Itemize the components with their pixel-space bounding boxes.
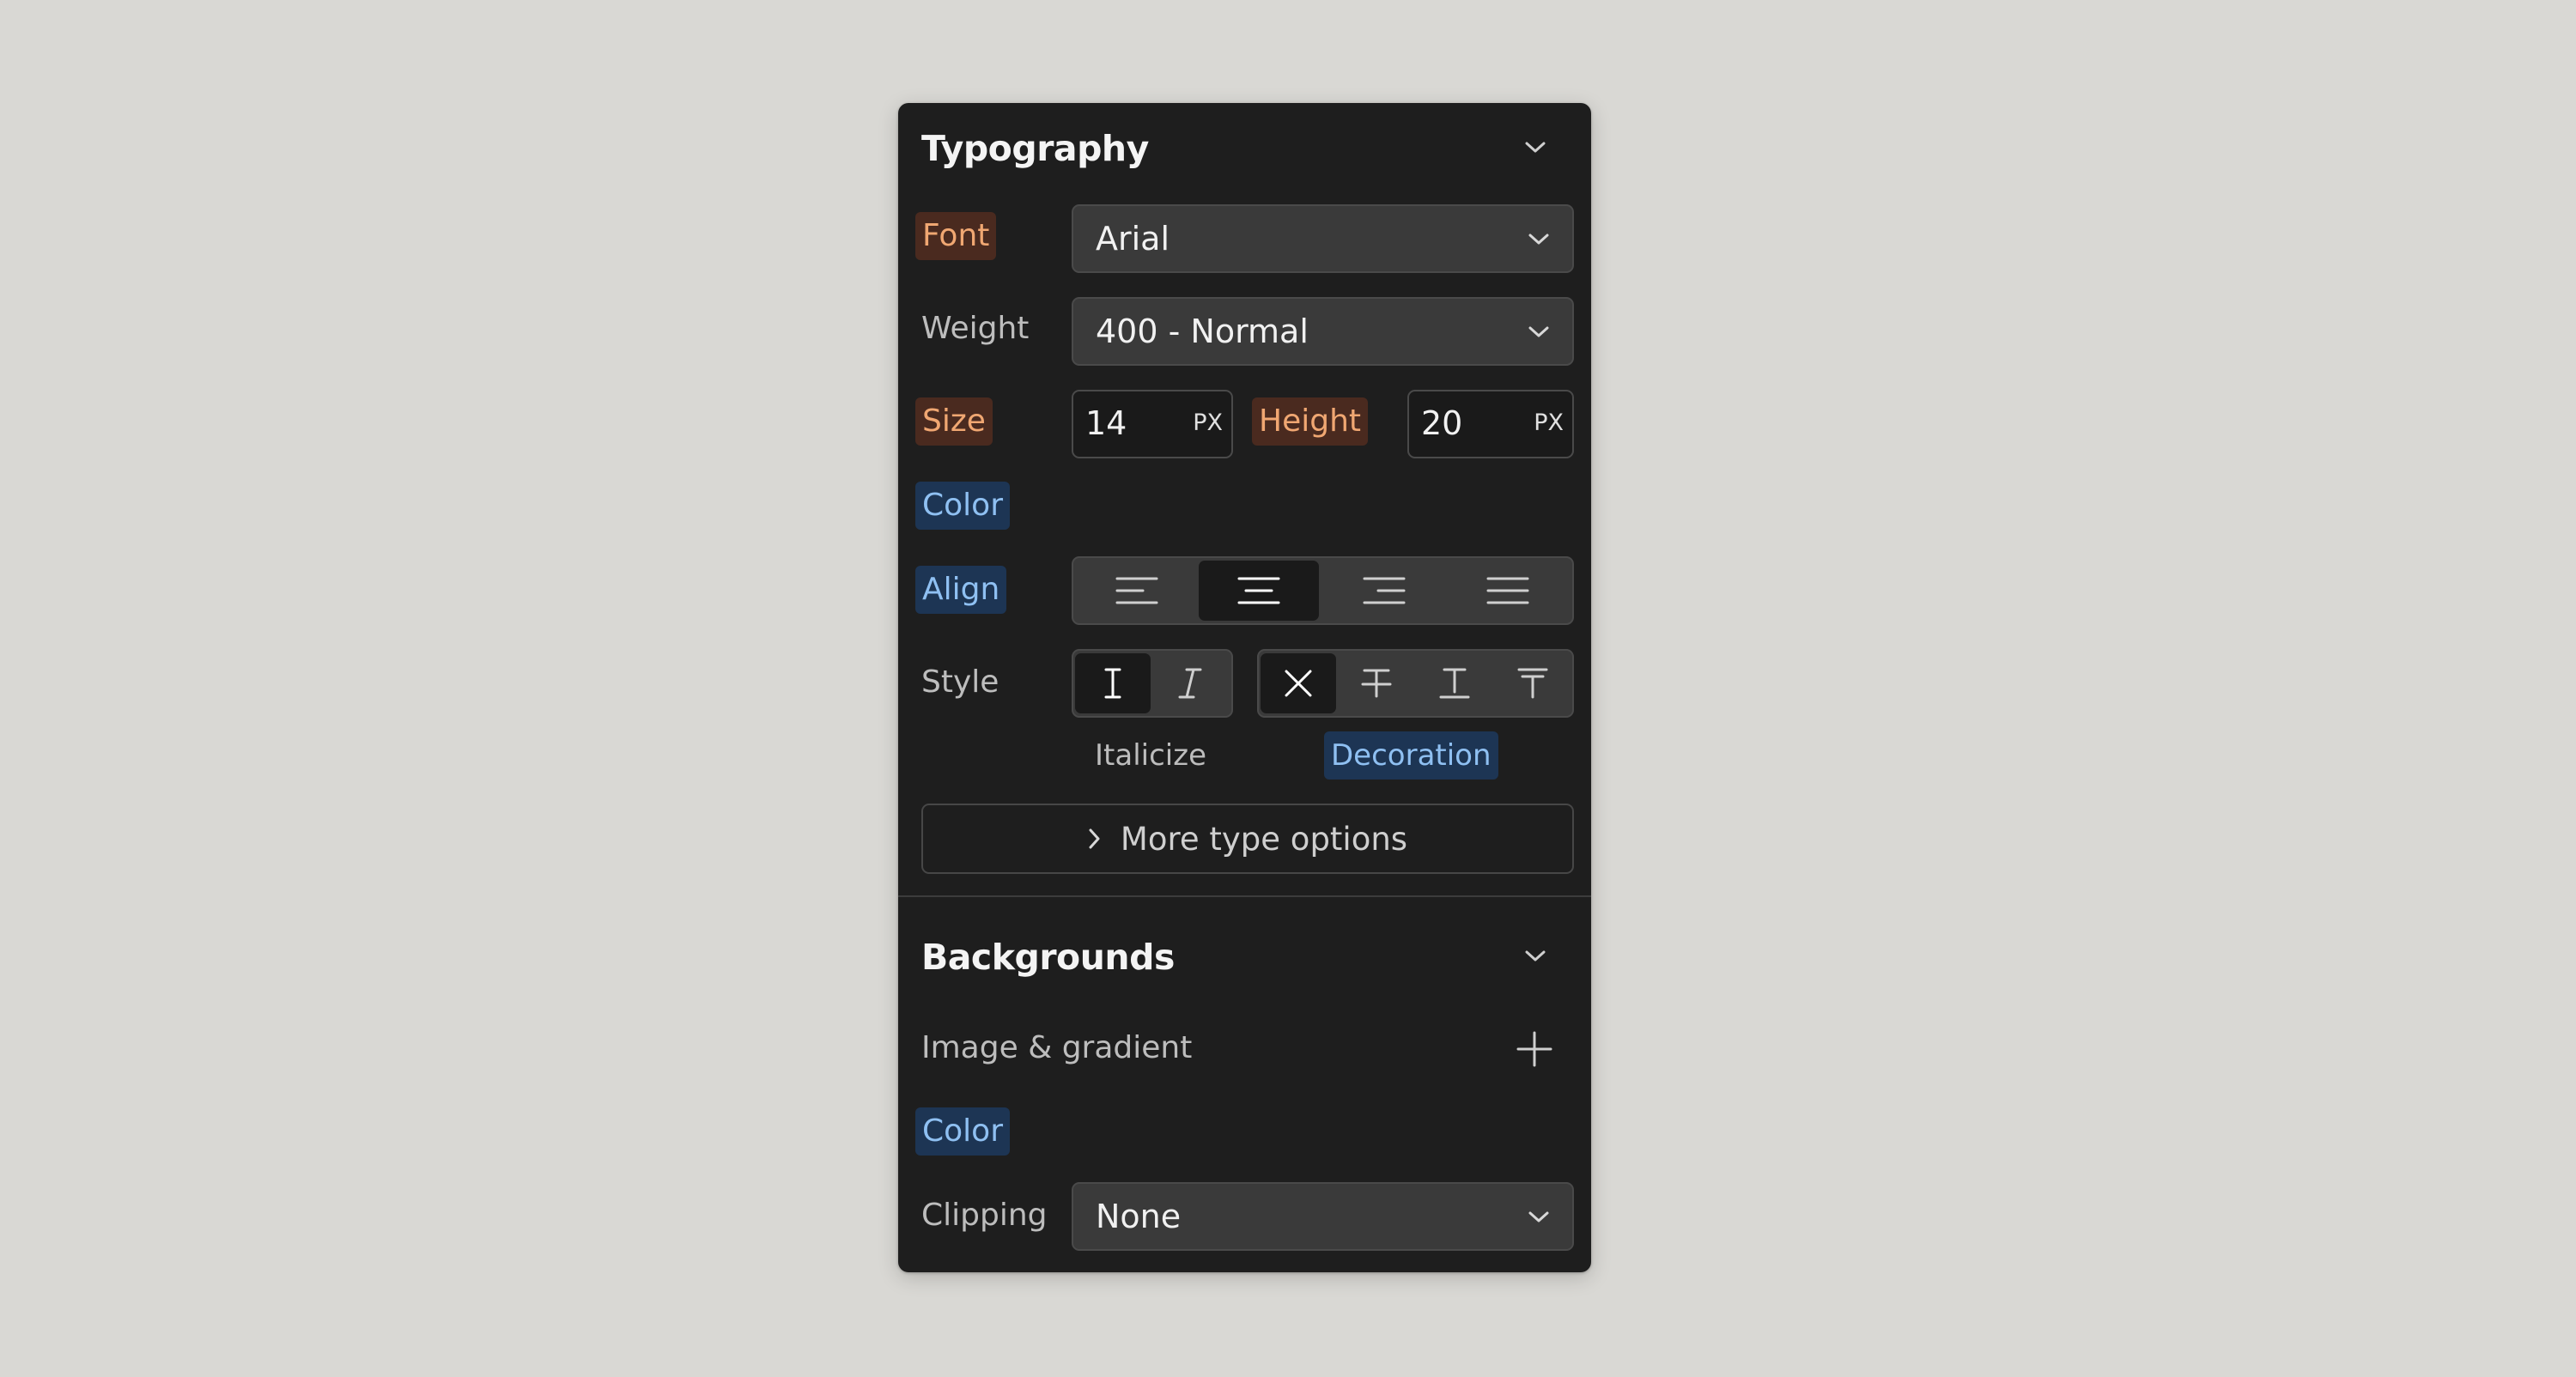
chevron-down-icon <box>1528 1211 1549 1222</box>
align-left-icon <box>1115 577 1158 604</box>
overline-icon <box>1517 668 1548 699</box>
backgrounds-collapse-toggle[interactable] <box>1524 949 1546 967</box>
decoration-none-button[interactable] <box>1261 653 1336 713</box>
style-italic-button[interactable] <box>1152 653 1228 713</box>
decoration-segmented-control <box>1257 649 1574 718</box>
height-label: Height <box>1252 397 1369 446</box>
style-panel: Typography Font Arial Weight 400 - Norma… <box>898 103 1591 1272</box>
decoration-underline-button[interactable] <box>1417 653 1492 713</box>
more-type-options-button[interactable]: More type options <box>921 804 1574 874</box>
align-center-icon <box>1237 577 1280 604</box>
italicize-segmented-control <box>1072 649 1233 718</box>
height-input[interactable]: 20 PX <box>1407 390 1574 458</box>
clipping-select[interactable]: None <box>1072 1182 1574 1251</box>
height-value: 20 <box>1421 404 1463 442</box>
decoration-label: Decoration <box>1324 731 1498 779</box>
style-label: Style <box>921 664 999 700</box>
size-input[interactable]: 14 PX <box>1072 390 1233 458</box>
font-select[interactable]: Arial <box>1072 204 1574 273</box>
size-unit: PX <box>1193 409 1223 436</box>
image-gradient-label: Image & gradient <box>921 1030 1193 1065</box>
typography-color-label[interactable]: Color <box>915 482 1010 530</box>
text-cursor-icon <box>1104 668 1121 699</box>
font-label: Font <box>915 212 997 260</box>
align-justify-icon <box>1486 577 1529 604</box>
align-label: Align <box>915 566 1007 614</box>
height-unit: PX <box>1534 409 1564 436</box>
clipping-value: None <box>1096 1198 1182 1235</box>
weight-value: 400 - Normal <box>1096 312 1309 350</box>
chevron-down-icon <box>1528 234 1549 245</box>
weight-select[interactable]: 400 - Normal <box>1072 297 1574 366</box>
font-value: Arial <box>1096 220 1170 258</box>
typography-title: Typography <box>921 128 1149 169</box>
add-image-gradient-button[interactable] <box>1515 1029 1554 1069</box>
italic-icon <box>1178 668 1202 699</box>
align-justify-button[interactable] <box>1446 561 1570 621</box>
style-regular-button[interactable] <box>1075 653 1151 713</box>
weight-label: Weight <box>921 311 1030 346</box>
size-value: 14 <box>1085 404 1127 442</box>
align-center-button[interactable] <box>1199 561 1319 621</box>
more-type-options-label: More type options <box>1120 820 1408 858</box>
section-divider <box>898 895 1591 897</box>
plus-icon <box>1516 1031 1552 1067</box>
backgrounds-title: Backgrounds <box>921 937 1175 978</box>
close-icon <box>1285 670 1312 697</box>
size-label: Size <box>915 397 993 446</box>
align-left-button[interactable] <box>1075 561 1199 621</box>
chevron-down-icon <box>1525 142 1546 153</box>
decoration-overline-button[interactable] <box>1495 653 1571 713</box>
align-right-button[interactable] <box>1322 561 1446 621</box>
typography-collapse-toggle[interactable] <box>1524 141 1546 158</box>
align-segmented-control <box>1072 556 1574 625</box>
chevron-right-icon <box>1089 828 1100 849</box>
clipping-label: Clipping <box>921 1198 1048 1233</box>
underline-icon <box>1439 668 1470 699</box>
chevron-down-icon <box>1528 326 1549 337</box>
chevron-down-icon <box>1525 950 1546 961</box>
background-color-label[interactable]: Color <box>915 1107 1010 1156</box>
italicize-label: Italicize <box>1095 738 1206 773</box>
align-right-icon <box>1363 577 1406 604</box>
strikethrough-icon <box>1361 669 1392 698</box>
decoration-strikethrough-button[interactable] <box>1339 653 1414 713</box>
